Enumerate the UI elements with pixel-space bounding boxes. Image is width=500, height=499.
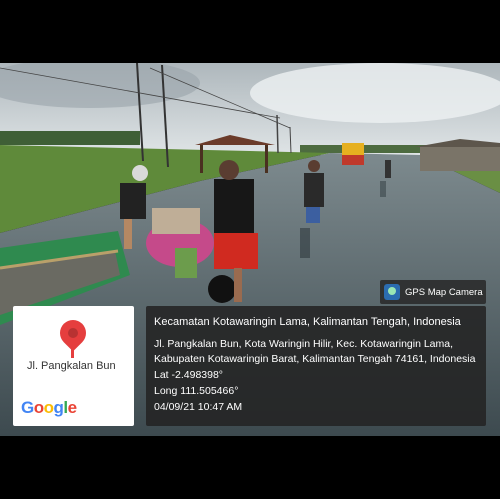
gps-badge-label: GPS Map Camera <box>405 286 483 298</box>
location-info-panel: Kecamatan Kotawaringin Lama, Kalimantan … <box>146 306 486 426</box>
location-pin-tip <box>71 348 74 358</box>
location-pin-icon <box>54 314 92 352</box>
location-title: Kecamatan Kotawaringin Lama, Kalimantan … <box>154 316 461 328</box>
gps-map-camera-badge: GPS Map Camera <box>380 280 486 304</box>
timestamp: 04/09/21 10:47 AM <box>154 401 243 413</box>
address-line-2: Kabupaten Kotawaringin Barat, Kalimantan… <box>154 353 476 365</box>
longitude: Long 111.505466° <box>154 385 239 397</box>
gps-camera-icon <box>384 284 400 300</box>
latitude: Lat -2.498398° <box>154 369 224 381</box>
map-street-label: Jl. Pangkalan Bun <box>27 360 116 372</box>
google-logo: Google <box>21 398 77 417</box>
address-line-1: Jl. Pangkalan Bun, Kota Waringin Hilir, … <box>154 338 454 350</box>
photo-frame: GPS Map Camera Jl. Pangkalan Bun Google … <box>0 0 500 499</box>
mini-map: Jl. Pangkalan Bun Google <box>13 306 134 426</box>
